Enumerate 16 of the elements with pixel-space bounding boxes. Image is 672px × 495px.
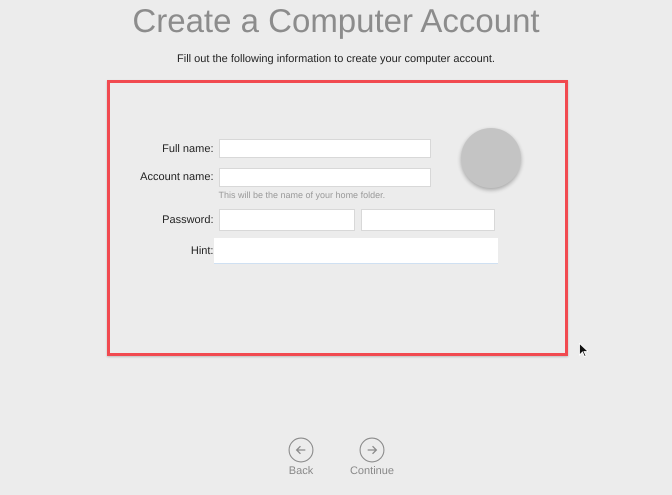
text-field[interactable] [218, 168, 430, 187]
field-label: Hint: [190, 245, 214, 257]
page-title: Create a Computer Account [132, 2, 540, 40]
back-button[interactable]: Back [288, 437, 314, 477]
continue-button[interactable]: Continue [350, 437, 394, 477]
text-field[interactable] [218, 139, 430, 158]
avatar-placeholder[interactable] [460, 128, 520, 188]
field-label: Full name: [161, 142, 214, 155]
hint-field[interactable] [214, 238, 498, 264]
password-field[interactable] [218, 209, 354, 231]
verify-password-field[interactable] [360, 209, 494, 231]
field-label: Account name: [139, 171, 214, 184]
helper-text: This will be the name of your home folder. [218, 190, 386, 200]
instruction-text: Fill out the following information to create your computer account. [177, 53, 495, 65]
mouse-pointer-icon [579, 343, 588, 357]
field-label: Password: [161, 214, 214, 226]
